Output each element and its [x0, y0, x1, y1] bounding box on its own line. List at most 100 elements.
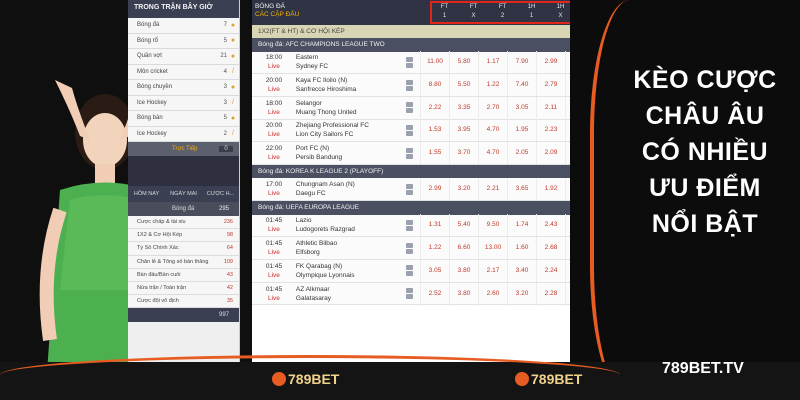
odds-cell[interactable]: 7.40 — [507, 74, 536, 97]
odds-cell[interactable]: 2.09 — [536, 142, 565, 165]
tab-tomorrow[interactable]: NGÀY MAI — [165, 191, 202, 197]
match-teams[interactable]: Port FC (N) Persib Bandung — [296, 144, 399, 162]
odds-cell[interactable]: 5.80 — [449, 51, 478, 74]
match-teams[interactable]: Selangor Muang Thong United — [296, 99, 399, 117]
odds-cell[interactable]: 1.22 — [478, 74, 507, 97]
live-badge[interactable]: Live — [252, 189, 296, 198]
odds-cell[interactable]: 5.50 — [449, 74, 478, 97]
odds-cell[interactable]: 1.53 — [420, 119, 449, 142]
market-item[interactable]: 1X2 & Cơ Hội Kép 98 — [128, 229, 239, 243]
market-item[interactable]: Bàn đầu/Bàn cuối 43 — [128, 268, 239, 282]
odds-cell[interactable]: 2.05 — [507, 142, 536, 165]
tab-outright[interactable]: CƯỢC H... — [202, 191, 239, 197]
market-item[interactable]: Chẵn lẻ & Tổng số bàn thắng 109 — [128, 255, 239, 269]
tv-icon[interactable] — [406, 153, 413, 159]
sport-item[interactable]: Bóng chuyền 3 ● — [128, 80, 239, 96]
sport-item[interactable]: Môn cricket 4/ — [128, 64, 239, 80]
sport-item[interactable]: Bóng rổ 5 ● — [128, 33, 239, 49]
stats-icon[interactable] — [406, 288, 413, 294]
live-badge[interactable]: Live — [252, 130, 296, 139]
tv-icon[interactable] — [406, 108, 413, 114]
odds-cell[interactable]: 2.99 — [536, 51, 565, 74]
odds-cell[interactable]: 2.70 — [478, 96, 507, 119]
odds-cell[interactable]: 3.05 — [420, 259, 449, 282]
odds-cell[interactable]: 2.11 — [536, 96, 565, 119]
odds-cell[interactable]: 3.95 — [449, 119, 478, 142]
stats-icon[interactable] — [406, 147, 413, 153]
tv-icon[interactable] — [406, 294, 413, 300]
odds-cell[interactable]: 5.40 — [449, 214, 478, 237]
odds-cell[interactable]: 2.28 — [536, 282, 565, 305]
odds-cell[interactable]: 1.95 — [507, 119, 536, 142]
odds-cell[interactable]: 2.99 — [420, 178, 449, 201]
sport-item[interactable]: Bóng bàn 5 ● — [128, 111, 239, 127]
match-teams[interactable]: AZ Alkmaar Galatasaray — [296, 285, 399, 303]
odds-cell[interactable]: 2.68 — [536, 237, 565, 260]
odds-cell[interactable]: 3.70 — [449, 142, 478, 165]
odds-cell[interactable]: 13.00 — [478, 237, 507, 260]
tv-icon[interactable] — [406, 62, 413, 68]
odds-cell[interactable]: 1.22 — [420, 237, 449, 260]
odds-cell[interactable]: 3.65 — [507, 178, 536, 201]
odds-cell[interactable]: 1.92 — [536, 178, 565, 201]
tv-icon[interactable] — [406, 189, 413, 195]
sport-item[interactable]: Ice Hockey 3/ — [128, 95, 239, 111]
match-teams[interactable]: Kaya FC Iloilo (N) Sanfrecce Hiroshima — [296, 76, 399, 94]
odds-cell[interactable]: 2.21 — [478, 178, 507, 201]
odds-cell[interactable]: 6.60 — [449, 237, 478, 260]
live-badge[interactable]: Live — [252, 85, 296, 94]
tv-icon[interactable] — [406, 85, 413, 91]
odds-cell[interactable]: 1.55 — [420, 142, 449, 165]
tab-today[interactable]: HÔM NAY — [128, 191, 165, 197]
match-teams[interactable]: Lazio Ludogorets Razgrad — [296, 216, 399, 234]
odds-cell[interactable]: 9.50 — [478, 214, 507, 237]
odds-cell[interactable]: 2.23 — [536, 119, 565, 142]
odds-cell[interactable]: 2.60 — [478, 282, 507, 305]
market-item[interactable]: Tỷ Số Chính Xác 64 — [128, 242, 239, 256]
odds-cell[interactable]: 2.43 — [536, 214, 565, 237]
odds-cell[interactable]: 2.79 — [536, 74, 565, 97]
stats-icon[interactable] — [406, 219, 413, 225]
tv-icon[interactable] — [406, 248, 413, 254]
match-teams[interactable]: Eastern Sydney FC — [296, 53, 399, 71]
sport-item[interactable]: Bóng đá 7 ● — [128, 18, 239, 34]
odds-cell[interactable]: 3.05 — [507, 96, 536, 119]
odds-cell[interactable]: 4.70 — [478, 142, 507, 165]
stats-icon[interactable] — [406, 242, 413, 248]
match-teams[interactable]: FK Qarabag (N) Olympique Lyonnais — [296, 262, 399, 280]
stats-icon[interactable] — [406, 124, 413, 130]
odds-cell[interactable]: 11.00 — [420, 51, 449, 74]
tv-icon[interactable] — [406, 271, 413, 277]
odds-cell[interactable]: 2.17 — [478, 259, 507, 282]
live-badge[interactable]: Live — [252, 153, 296, 162]
odds-cell[interactable]: 3.40 — [507, 259, 536, 282]
live-badge[interactable]: Live — [252, 294, 296, 303]
tv-icon[interactable] — [406, 225, 413, 231]
live-badge[interactable]: Live — [252, 271, 296, 280]
stats-icon[interactable] — [406, 56, 413, 62]
stats-icon[interactable] — [406, 265, 413, 271]
market-item[interactable]: Nửa trận / Toàn trận 42 — [128, 281, 239, 296]
odds-cell[interactable]: 2.24 — [536, 259, 565, 282]
stats-icon[interactable] — [406, 79, 413, 85]
sport-item[interactable]: Quần vợt 21 ● — [128, 49, 239, 65]
market-item[interactable]: Cược chấp & tài xỉu 236 — [128, 216, 239, 230]
odds-cell[interactable]: 7.90 — [507, 51, 536, 74]
live-row[interactable]: Trực Tiếp 0 — [128, 142, 239, 156]
market-item[interactable]: Cược đội vô địch 35 — [128, 295, 239, 309]
odds-cell[interactable]: 1.17 — [478, 51, 507, 74]
stats-icon[interactable] — [406, 102, 413, 108]
odds-cell[interactable]: 8.80 — [420, 74, 449, 97]
live-badge[interactable]: Live — [252, 225, 296, 234]
sport-item[interactable]: Ice Hockey 2/ — [128, 126, 239, 142]
odds-cell[interactable]: 3.80 — [449, 259, 478, 282]
odds-cell[interactable]: 3.80 — [449, 282, 478, 305]
stats-icon[interactable] — [406, 183, 413, 189]
odds-cell[interactable]: 1.74 — [507, 214, 536, 237]
section-football[interactable]: Bóng đá 295 — [128, 202, 239, 216]
odds-cell[interactable]: 1.60 — [507, 237, 536, 260]
match-teams[interactable]: Zhejiang Professional FC Lion City Sailor… — [296, 121, 399, 139]
match-teams[interactable]: Chungnam Asan (N) Daegu FC — [296, 180, 399, 198]
live-badge[interactable]: Live — [252, 108, 296, 117]
odds-cell[interactable]: 3.35 — [449, 96, 478, 119]
